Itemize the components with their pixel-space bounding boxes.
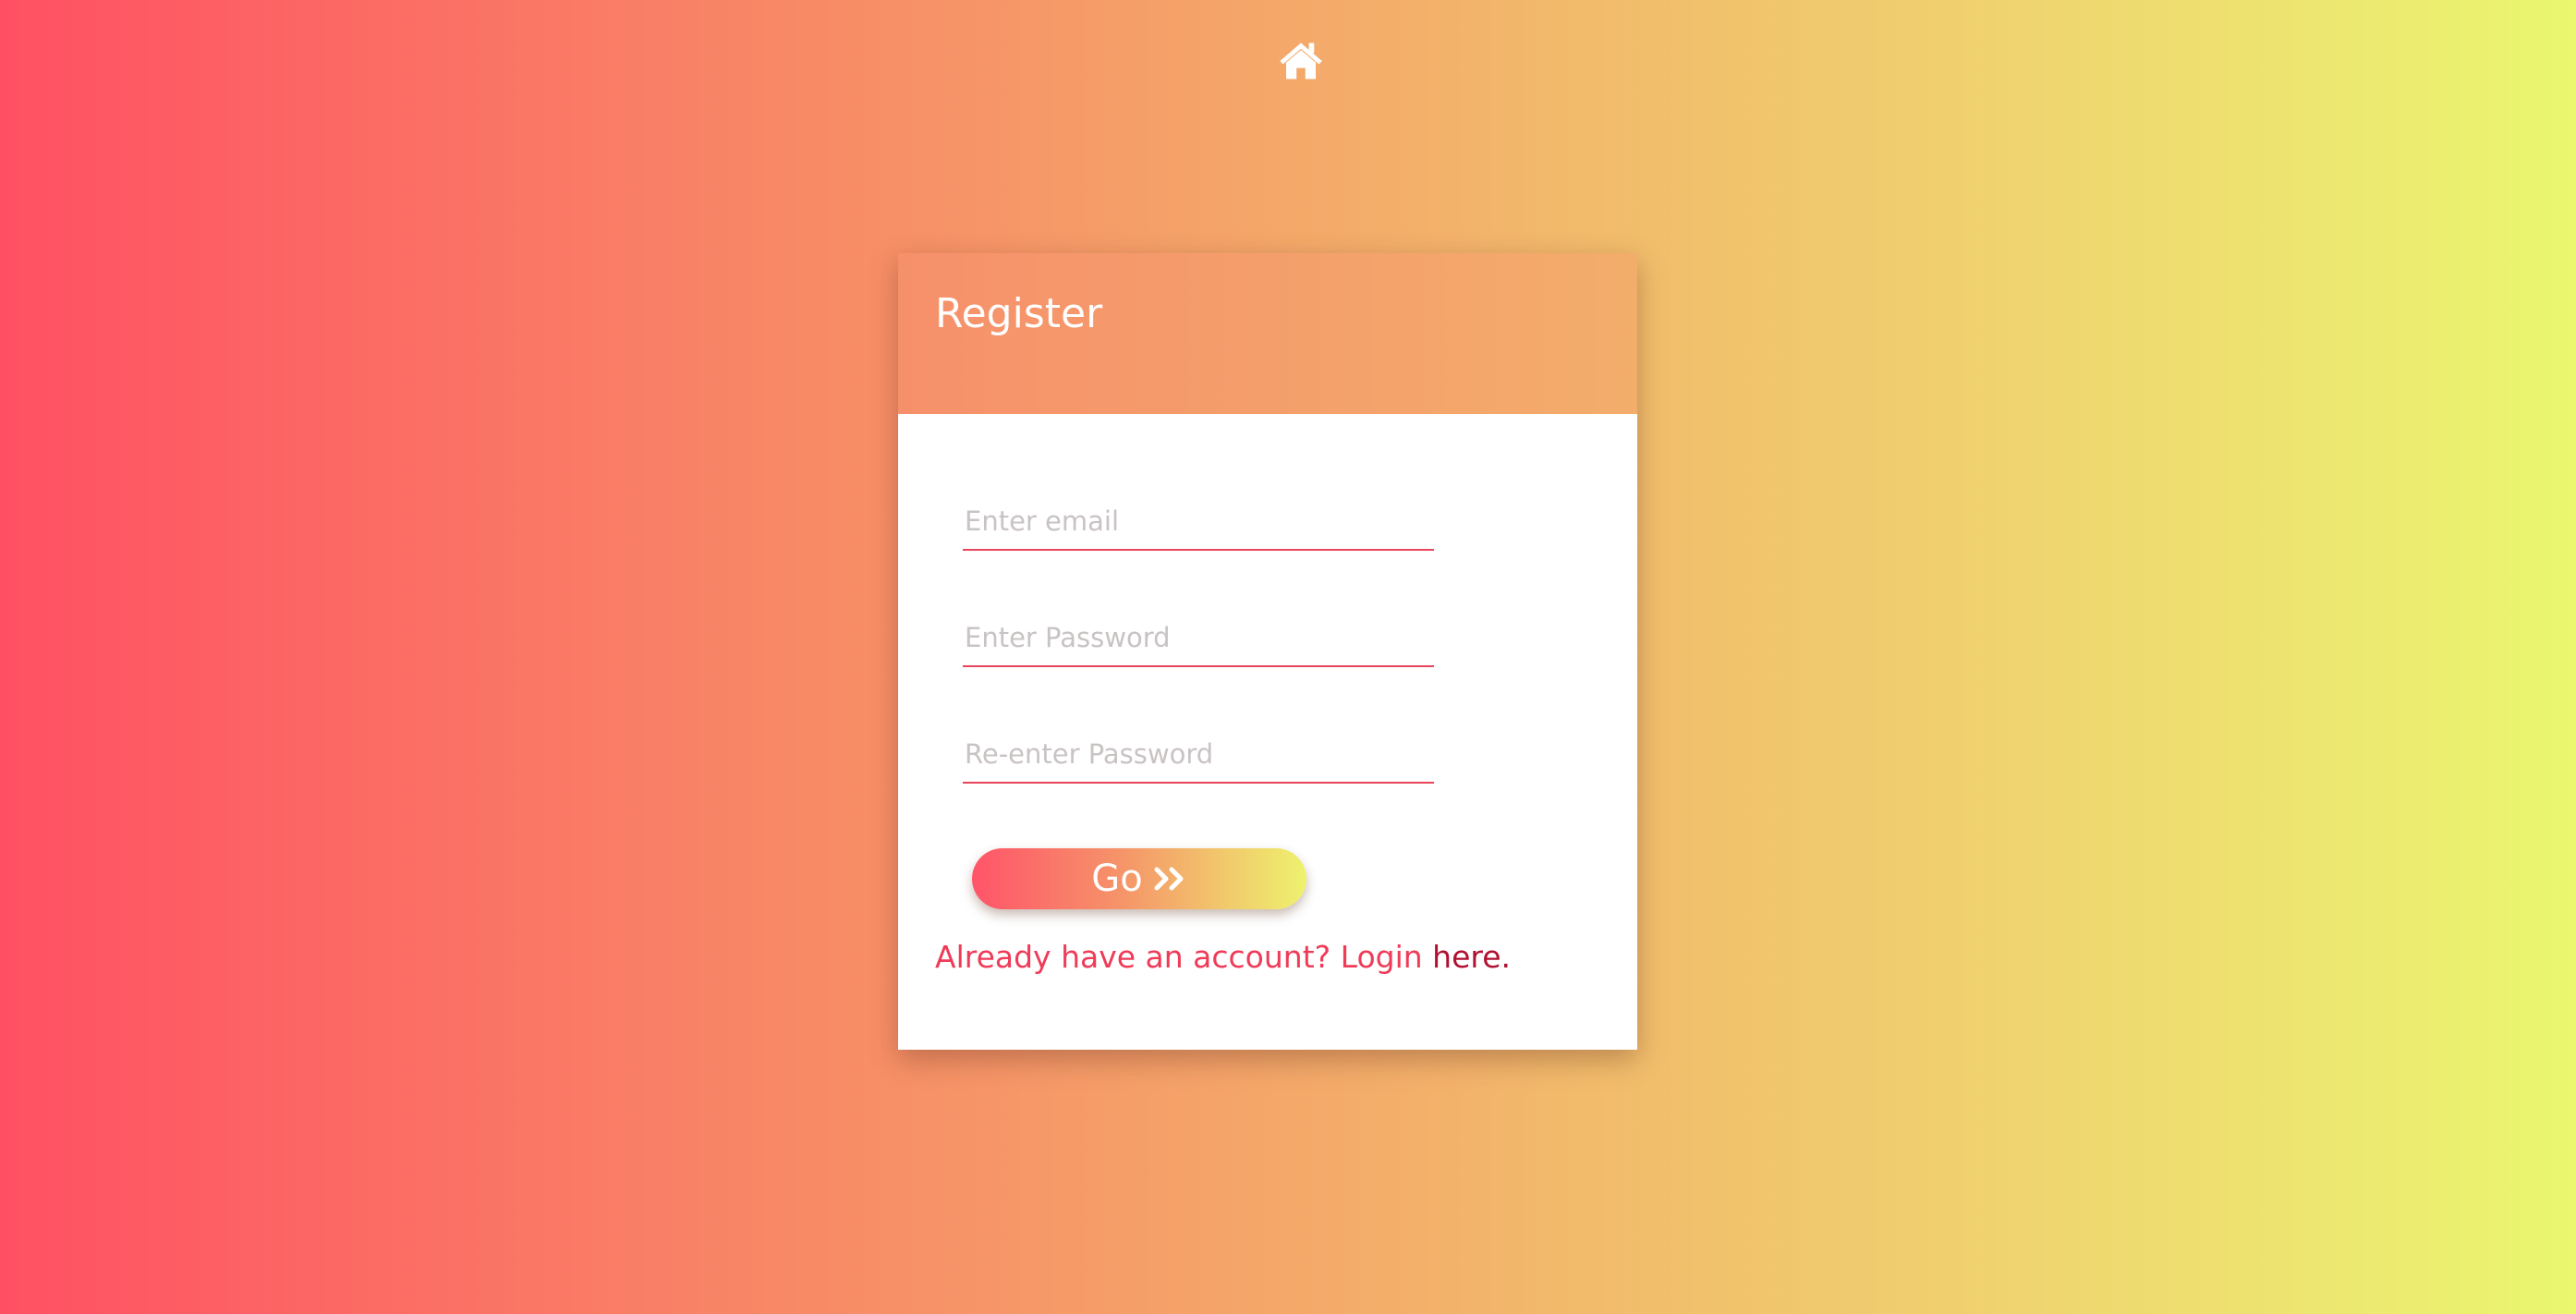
page-title: Register <box>935 290 1103 337</box>
home-icon <box>1277 37 1325 85</box>
login-here-link[interactable]: here. <box>1432 939 1511 975</box>
register-card: Register Go Already have an account? Log… <box>898 253 1637 1050</box>
password-field[interactable] <box>963 610 1434 667</box>
reenter-password-field[interactable] <box>963 726 1434 784</box>
double-chevron-right-icon <box>1154 865 1187 893</box>
home-link[interactable] <box>1277 37 1325 85</box>
login-prompt-line: Already have an account? Login here. <box>935 939 1511 975</box>
email-field[interactable] <box>963 493 1434 551</box>
card-header: Register <box>898 253 1637 414</box>
login-prompt-text: Already have an account? Login <box>935 939 1423 975</box>
go-button-label: Go <box>1091 858 1143 900</box>
go-button[interactable]: Go <box>972 848 1306 909</box>
